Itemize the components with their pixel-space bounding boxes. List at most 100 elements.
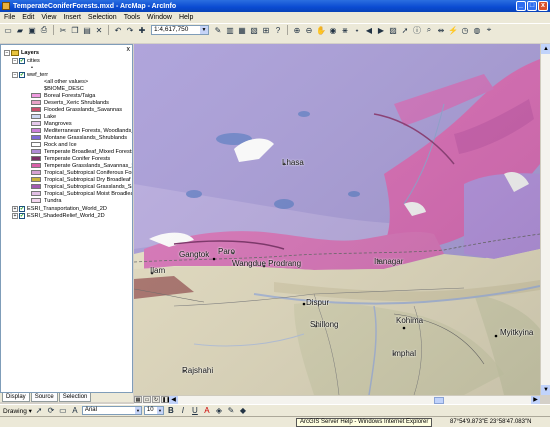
open-folder-icon[interactable]: ▰ (15, 25, 25, 35)
italic-button[interactable]: I (178, 406, 188, 416)
zoom-out-icon[interactable]: ⊖ (304, 25, 314, 35)
expand-icon[interactable]: + (12, 205, 18, 212)
find-icon[interactable]: ⌕ (424, 25, 434, 35)
legend-label: Temperate Grasslands_Savannas_Shrubland (44, 162, 133, 169)
menu-tools[interactable]: Tools (124, 14, 140, 21)
font-size-combo[interactable]: 10 ▼ (143, 406, 164, 415)
measure-icon[interactable]: ⇹ (436, 25, 446, 35)
map-horizontal-scrollbar[interactable]: ▦ ▭ ↻ ❚❚ ◀ ▶ (134, 395, 540, 405)
zoom-in-icon[interactable]: ⊕ (292, 25, 302, 35)
menu-help[interactable]: Help (179, 14, 193, 21)
minimize-button[interactable]: _ (516, 1, 526, 11)
tab-source[interactable]: Source (30, 393, 58, 402)
paste-icon[interactable]: ▤ (82, 25, 92, 35)
command-line-icon[interactable]: ▧ (249, 25, 259, 35)
hyperlink-icon[interactable]: ⚡ (448, 25, 458, 35)
toc-layer-cities[interactable]: − ✔ cities (12, 57, 40, 64)
menu-file[interactable]: File (4, 14, 15, 21)
rotate-icon[interactable]: ⟳ (46, 406, 56, 416)
legend-item: Temperate Conifer Forests (31, 155, 110, 162)
menu-view[interactable]: View (41, 14, 56, 21)
arcmap-app-icon (2, 2, 10, 10)
scroll-thumb[interactable] (434, 397, 444, 404)
toc-layer-wwf-terr[interactable]: − ✔ wwf_terr (12, 71, 48, 78)
chevron-down-icon[interactable]: ▼ (200, 26, 208, 34)
full-extent-icon[interactable]: ◉ (328, 25, 338, 35)
font-color-icon[interactable]: A (202, 406, 212, 416)
legend-label: Tropical_Subtropical Dry Broadleaf Fores… (44, 176, 132, 183)
fixed-zoom-out-icon[interactable]: ⋆ (352, 25, 362, 35)
city-dot-myitkyina (494, 334, 498, 338)
layout-view-button[interactable]: ▭ (143, 396, 151, 403)
maximize-button[interactable]: □ (527, 1, 537, 11)
close-icon[interactable]: x (127, 46, 131, 53)
drawing-menu[interactable]: Drawing ▾ (3, 407, 32, 415)
print-icon[interactable]: ⎙ (39, 25, 49, 35)
tab-selection[interactable]: Selection (58, 393, 92, 402)
marker-color-icon[interactable]: ◆ (238, 406, 248, 416)
previous-extent-icon[interactable]: ◀ (364, 25, 374, 35)
menu-window[interactable]: Window (147, 14, 172, 21)
expand-icon[interactable]: + (12, 212, 18, 219)
undo-icon[interactable]: ↶ (113, 25, 123, 35)
layer-visibility-checkbox[interactable]: ✔ (19, 71, 25, 78)
legend-swatch (31, 114, 41, 119)
catalog-icon[interactable]: ▦ (237, 25, 247, 35)
select-elements-icon[interactable]: ➚ (400, 25, 410, 35)
map-vertical-scrollbar[interactable]: ▲ ▼ (540, 44, 550, 395)
layer-visibility-checkbox[interactable]: ✔ (19, 212, 25, 219)
rectangle-icon[interactable]: ▭ (58, 406, 68, 416)
scroll-down-icon[interactable]: ▼ (541, 385, 550, 395)
globe-icon[interactable]: ◍ (472, 25, 482, 35)
arctoolbox-icon[interactable]: ▥ (225, 25, 235, 35)
delete-icon[interactable]: ✕ (94, 25, 104, 35)
go-to-xy-icon[interactable]: ⌖ (484, 25, 494, 35)
city-point-symbol: • (31, 64, 33, 71)
copy-icon[interactable]: ❐ (70, 25, 80, 35)
cut-icon[interactable]: ✂ (58, 25, 68, 35)
collapse-icon[interactable]: − (12, 57, 18, 64)
chevron-down-icon[interactable]: ▼ (134, 407, 141, 414)
bold-button[interactable]: B (166, 406, 176, 416)
layer-visibility-checkbox[interactable]: ✔ (19, 205, 25, 212)
help-pointer-icon[interactable]: ? (273, 25, 283, 35)
redo-icon[interactable]: ↷ (125, 25, 135, 35)
select-elements-icon[interactable]: ➚ (34, 406, 44, 416)
select-features-icon[interactable]: ▨ (388, 25, 398, 35)
toc-root-row[interactable]: − Layers (4, 49, 39, 56)
menu-insert[interactable]: Insert (63, 14, 81, 21)
chevron-down-icon[interactable]: ▼ (156, 407, 163, 414)
new-document-icon[interactable]: ▭ (3, 25, 13, 35)
next-extent-icon[interactable]: ▶ (376, 25, 386, 35)
menu-selection[interactable]: Selection (88, 14, 117, 21)
fill-color-icon[interactable]: ◈ (214, 406, 224, 416)
map-display[interactable]: Lhasa Gangtok Paro Ilam Wangdue Prodrang… (134, 44, 540, 395)
collapse-icon[interactable]: − (4, 49, 10, 56)
collapse-icon[interactable]: − (12, 71, 18, 78)
pause-drawing-button[interactable]: ❚❚ (161, 396, 170, 403)
time-slider-icon[interactable]: ◷ (460, 25, 470, 35)
table-of-contents: x − Layers − ✔ cities • − ✔ wwf_terr <al… (0, 44, 133, 393)
toc-layer-transportation[interactable]: + ✔ ESRI_Transportation_World_2D (12, 205, 107, 212)
close-button[interactable]: x (538, 1, 548, 11)
tab-display[interactable]: Display (2, 393, 30, 402)
save-icon[interactable]: ▣ (27, 25, 37, 35)
text-icon[interactable]: A (70, 406, 80, 416)
toc-layer-shaded-relief[interactable]: + ✔ ESRI_ShadedRelief_World_2D (12, 212, 105, 219)
font-combo[interactable]: Arial ▼ (81, 406, 142, 415)
scroll-up-icon[interactable]: ▲ (541, 44, 550, 54)
map-scale-combo[interactable]: 1:4,617,750 ▼ (151, 25, 209, 35)
editor-toolbar-icon[interactable]: ✎ (213, 25, 223, 35)
underline-button[interactable]: U (190, 406, 200, 416)
legend-swatch (31, 142, 41, 147)
layer-visibility-checkbox[interactable]: ✔ (19, 57, 25, 64)
pan-icon[interactable]: ✋ (316, 25, 326, 35)
line-color-icon[interactable]: ✎ (226, 406, 236, 416)
add-data-icon[interactable]: ✚ (137, 25, 147, 35)
refresh-button[interactable]: ↻ (152, 396, 160, 403)
fixed-zoom-in-icon[interactable]: ⋇ (340, 25, 350, 35)
identify-icon[interactable]: ⓘ (412, 25, 422, 35)
menu-edit[interactable]: Edit (22, 14, 34, 21)
data-view-button[interactable]: ▦ (134, 396, 142, 403)
model-builder-icon[interactable]: ⊞ (261, 25, 271, 35)
